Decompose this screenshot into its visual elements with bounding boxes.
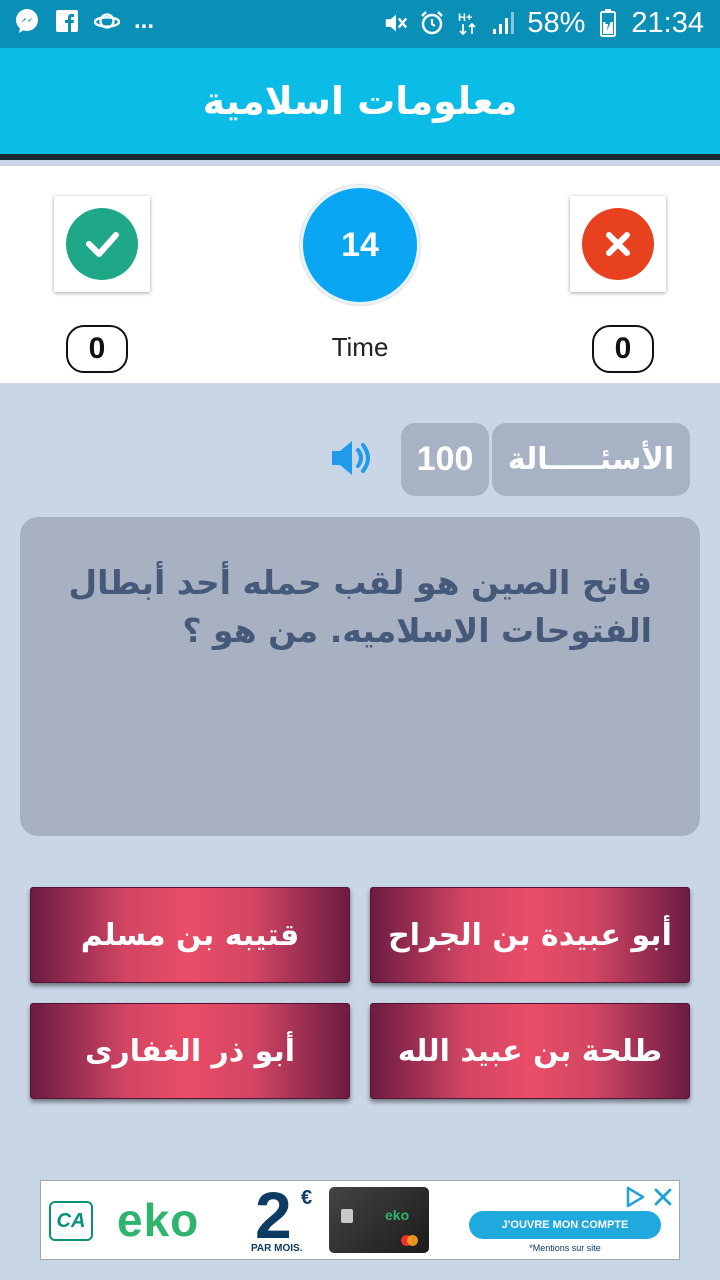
adchoices-icon[interactable]: [623, 1185, 647, 1209]
correct-count: 0: [66, 325, 128, 373]
timer-label: Time: [331, 332, 389, 362]
question-number: 100: [401, 423, 489, 496]
wrong-count: 0: [592, 325, 654, 373]
cell-signal-icon: [491, 10, 517, 36]
wrong-card: [570, 196, 666, 292]
answer-button-3[interactable]: طلحة بن عبيد الله: [370, 1003, 690, 1099]
clock: 21:34: [631, 7, 704, 39]
messenger-icon: [14, 8, 40, 34]
answer-button-2[interactable]: قتيبه بن مسلم: [30, 887, 350, 983]
ad-brand: eko: [117, 1194, 200, 1246]
ad-bank-card: eko: [329, 1187, 429, 1253]
ad-price: 2 € PAR MOIS.: [251, 1178, 331, 1259]
ad-logo: CA: [49, 1201, 93, 1241]
ad-price-period: PAR MOIS.: [251, 1243, 303, 1254]
hplus-signal-icon: H+: [455, 10, 481, 36]
status-bar: ... H+ 58% 21:34: [0, 0, 720, 48]
ad-cta-button[interactable]: J'OUVRE MON COMPTE: [469, 1211, 661, 1239]
mastercard-icon-overlay: [407, 1235, 418, 1246]
ad-price-currency: €: [301, 1187, 313, 1209]
score-panel: 14 0 Time 0: [0, 166, 720, 383]
status-left: ...: [14, 8, 154, 34]
questions-label: الأسئـــــالة: [492, 423, 690, 496]
question-text: فاتح الصين هو لقب حمله أحد أبطال الفتوحا…: [68, 563, 652, 650]
ad-banner[interactable]: CA eko 2 € PAR MOIS. eko J'OUVRE MON COM…: [40, 1178, 680, 1260]
battery-percent: 58%: [527, 7, 586, 39]
question-box: فاتح الصين هو لقب حمله أحد أبطال الفتوحا…: [20, 517, 700, 836]
timer: 14: [300, 185, 420, 305]
app-header: معلومات اسلامية: [0, 48, 720, 160]
correct-card: [54, 196, 150, 292]
svg-text:H+: H+: [458, 12, 472, 24]
speaker-icon[interactable]: [328, 435, 374, 481]
ad-note: *Mentions sur site: [529, 1243, 601, 1253]
status-more: ...: [134, 7, 155, 34]
mute-icon: [383, 10, 409, 36]
card-brand: eko: [385, 1207, 410, 1223]
facebook-icon: [54, 8, 80, 34]
battery-icon: [595, 9, 621, 37]
planet-icon: [94, 8, 120, 34]
close-ad-icon[interactable]: [651, 1185, 675, 1209]
close-icon: [582, 208, 654, 280]
card-chip-icon: [341, 1209, 353, 1223]
status-right: H+ 58% 21:34: [383, 6, 704, 40]
ad-price-value: 2: [255, 1178, 292, 1252]
page-title: معلومات اسلامية: [202, 79, 518, 123]
check-icon: [66, 208, 138, 280]
alarm-icon: [419, 10, 445, 36]
answer-button-1[interactable]: أبو عبيدة بن الجراح: [370, 887, 690, 983]
answer-button-4[interactable]: أبو ذر الغفارى: [30, 1003, 350, 1099]
